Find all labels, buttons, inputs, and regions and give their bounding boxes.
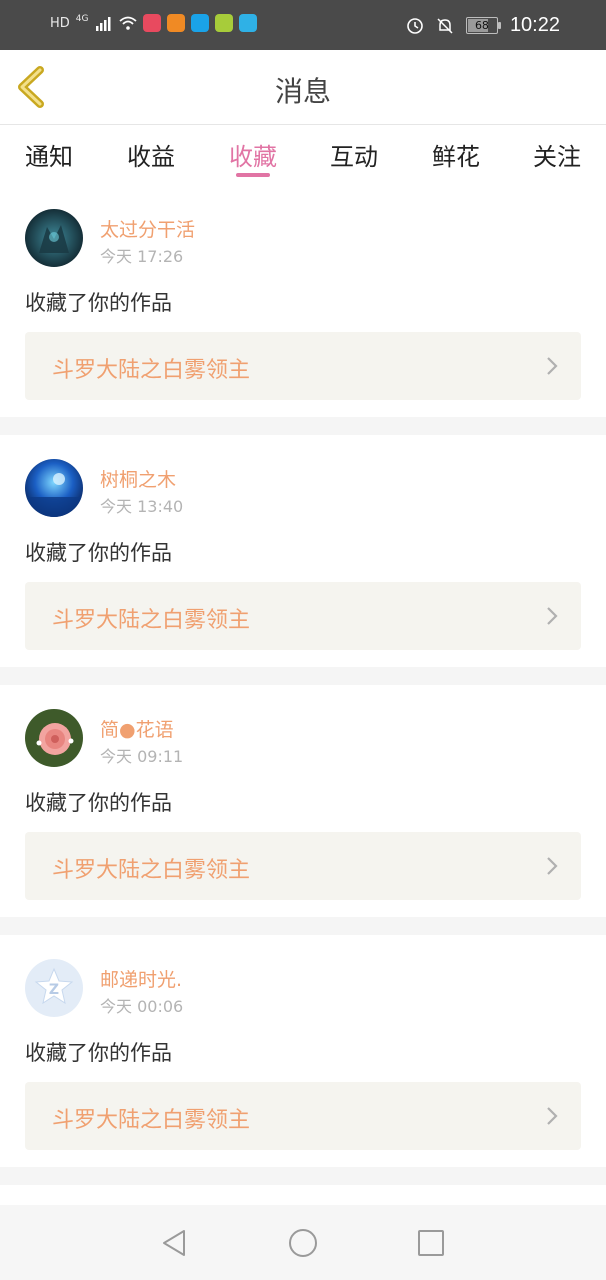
home-circle-icon: [289, 1229, 317, 1257]
chevron-right-icon: [547, 357, 558, 375]
signal-icon: [95, 17, 110, 31]
username[interactable]: 邮递时光.: [100, 965, 182, 992]
avatar[interactable]: [25, 209, 83, 267]
blue-night-avatar: [25, 459, 83, 517]
work-title: 斗罗大陆之白雾领主: [52, 858, 251, 883]
timestamp: 今天 13:40: [100, 497, 184, 516]
message-text: 收藏了你的作品: [25, 291, 172, 315]
timestamp: 今天 00:06: [100, 997, 184, 1016]
tab-flowers[interactable]: 鲜花: [432, 137, 480, 172]
work-link[interactable]: 斗罗大陆之白雾领主: [25, 1082, 581, 1150]
chevron-right-icon: [547, 1107, 558, 1125]
active-tab-indicator: [236, 173, 270, 177]
clock: 10:22: [509, 14, 560, 36]
username[interactable]: 简●花语: [100, 715, 174, 742]
app-icon-1: [142, 14, 161, 32]
tab-interactions[interactable]: 互动: [330, 137, 378, 172]
chevron-right-icon: [547, 607, 558, 625]
system-nav-bar: [0, 1205, 606, 1280]
username[interactable]: 树桐之木: [100, 465, 176, 492]
timestamp: 今天 17:26: [100, 247, 184, 266]
system-back-button[interactable]: [156, 1225, 192, 1261]
tab-earnings[interactable]: 收益: [127, 137, 175, 172]
battery-percent: 68: [474, 19, 489, 32]
recents-square-icon: [418, 1230, 444, 1256]
wifi-icon: [118, 16, 137, 30]
divider: [0, 417, 606, 435]
app-icon-5: [238, 14, 257, 32]
work-link[interactable]: 斗罗大陆之白雾领主: [25, 582, 581, 650]
back-triangle-icon: [163, 1230, 185, 1256]
svg-text:Z: Z: [49, 982, 59, 998]
avatar[interactable]: [25, 459, 83, 517]
work-link[interactable]: 斗罗大陆之白雾领主: [25, 832, 581, 900]
tab-notifications[interactable]: 通知: [25, 137, 73, 172]
message-text: 收藏了你的作品: [25, 1041, 172, 1065]
chevron-right-icon: [547, 857, 558, 875]
notification-list: 太过分干活 今天 17:26 收藏了你的作品 斗罗大陆之白雾领主 树桐之木 今天…: [0, 185, 606, 1185]
timestamp: 今天 09:11: [100, 747, 184, 766]
system-recents-button[interactable]: [413, 1225, 449, 1261]
app-icon-3: [190, 14, 209, 32]
message-text: 收藏了你的作品: [25, 791, 172, 815]
list-item: 简●花语 今天 09:11 收藏了你的作品 斗罗大陆之白雾领主: [0, 685, 606, 917]
divider: [0, 1167, 606, 1185]
app-icon-2: [166, 14, 185, 32]
list-item: 树桐之木 今天 13:40 收藏了你的作品 斗罗大陆之白雾领主: [0, 435, 606, 667]
status-bar: HD 4G 68 10:22: [0, 0, 606, 50]
tab-favorites[interactable]: 收藏: [229, 137, 277, 172]
dark-dragon-avatar: [25, 209, 83, 267]
message-text: 收藏了你的作品: [25, 541, 172, 565]
rose-avatar: [25, 709, 83, 767]
clock-alarm-icon: [407, 17, 423, 34]
signal-label: 4G: [75, 14, 89, 24]
list-item: 太过分干活 今天 17:26 收藏了你的作品 斗罗大陆之白雾领主: [0, 185, 606, 417]
work-title: 斗罗大陆之白雾领主: [52, 358, 251, 383]
divider: [0, 667, 606, 685]
work-title: 斗罗大陆之白雾领主: [52, 608, 251, 633]
username[interactable]: 太过分干活: [100, 215, 195, 242]
tab-bar: 通知 收益 收藏 互动 鲜花 关注: [0, 125, 606, 185]
header-bar: 消息: [0, 50, 606, 125]
system-home-button[interactable]: [285, 1225, 321, 1261]
divider: [0, 917, 606, 935]
mute-bell-icon: [437, 17, 453, 34]
network-label: HD: [50, 15, 70, 31]
avatar[interactable]: [25, 709, 83, 767]
list-item: Z 邮递时光. 今天 00:06 收藏了你的作品 斗罗大陆之白雾领主: [0, 935, 606, 1167]
battery-icon: 68: [465, 17, 501, 34]
tab-following[interactable]: 关注: [533, 137, 581, 172]
avatar[interactable]: Z: [25, 959, 83, 1017]
page-title: 消息: [274, 75, 331, 108]
default-avatar: Z: [25, 959, 83, 1017]
app-icon-4: [214, 14, 233, 32]
work-link[interactable]: 斗罗大陆之白雾领主: [25, 332, 581, 400]
work-title: 斗罗大陆之白雾领主: [52, 1108, 251, 1133]
